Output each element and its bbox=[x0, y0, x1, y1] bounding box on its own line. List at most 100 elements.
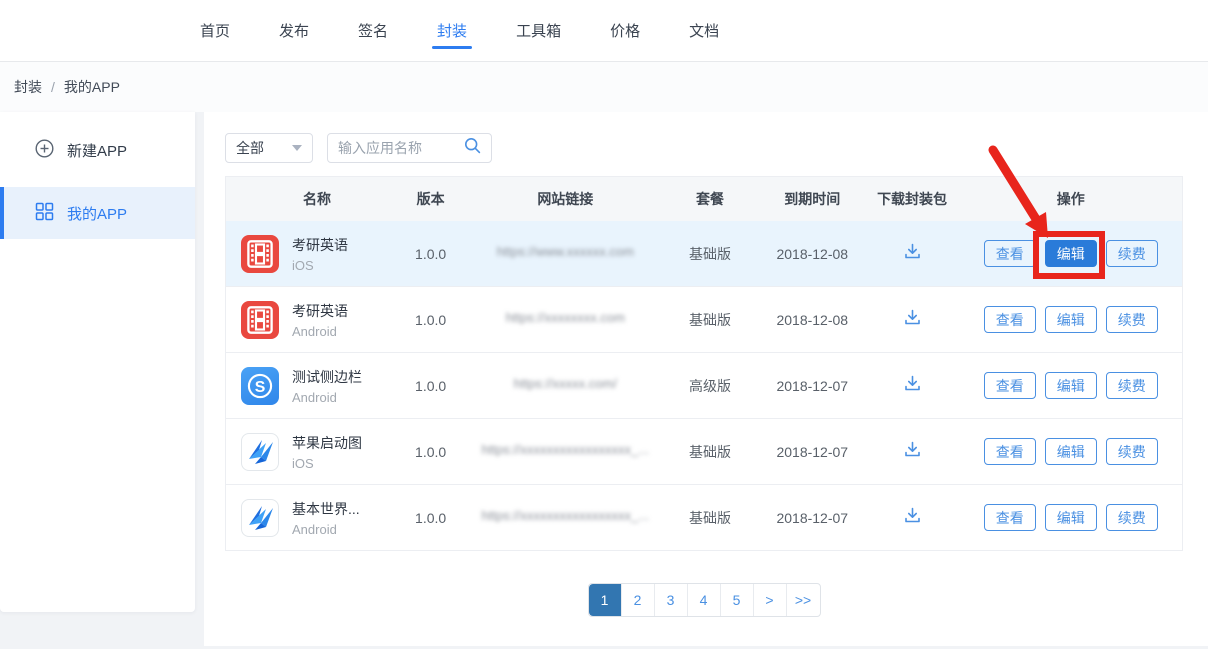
download-icon[interactable] bbox=[903, 440, 922, 459]
download-icon[interactable] bbox=[903, 506, 922, 525]
column-header-label: 操作 bbox=[1057, 191, 1085, 207]
app-url-blurred: https://xxxxxxxx.com bbox=[506, 310, 625, 325]
app-url-cell: https://www.xxxxxx.com bbox=[471, 244, 661, 264]
view-button[interactable]: 查看 bbox=[984, 306, 1036, 333]
table-row: 考研英语iOS1.0.0https://www.xxxxxx.com基础版201… bbox=[226, 221, 1182, 287]
last-page-button[interactable]: >> bbox=[787, 584, 820, 616]
edit-button[interactable]: 编辑 bbox=[1045, 306, 1097, 333]
download-icon[interactable] bbox=[903, 242, 922, 261]
nav-tab-home[interactable]: 首页 bbox=[200, 0, 230, 61]
app-version: 1.0.0 bbox=[391, 246, 471, 262]
table-header-row: 名称版本网站链接套餐到期时间下载封装包操作 bbox=[226, 177, 1182, 221]
column-header-url: 网站链接 bbox=[471, 189, 661, 209]
app-version: 1.0.0 bbox=[391, 444, 471, 460]
nav-tab-toolbox[interactable]: 工具箱 bbox=[516, 0, 561, 61]
edit-button[interactable]: 编辑 bbox=[1045, 240, 1097, 267]
nav-tab-publish[interactable]: 发布 bbox=[279, 0, 309, 61]
actions-cell: 查看编辑续费 bbox=[959, 240, 1182, 267]
top-nav: 首页发布签名 封装 工具箱 价格 文档 bbox=[0, 0, 1208, 62]
svg-text:S: S bbox=[255, 378, 266, 395]
app-name-cell: S 测试侧边栏 Android bbox=[226, 367, 391, 405]
view-button[interactable]: 查看 bbox=[984, 504, 1036, 531]
sidebar-item-my-app[interactable]: 我的APP bbox=[0, 187, 195, 239]
nav-tab-package[interactable]: 封装 bbox=[437, 0, 467, 61]
nav-tab-label: 工具箱 bbox=[516, 20, 561, 41]
app-name: 基本世界... bbox=[292, 499, 360, 519]
app-version: 1.0.0 bbox=[391, 312, 471, 328]
app-name-block: 考研英语iOS bbox=[292, 235, 348, 273]
origami-bird-icon bbox=[241, 433, 279, 471]
app-url-cell: https://xxxxxxxxxxxxxxxxx_... bbox=[471, 442, 661, 462]
column-header-version: 版本 bbox=[391, 189, 471, 209]
actions-cell: 查看编辑续费 bbox=[959, 372, 1182, 399]
action-buttons: 查看编辑续费 bbox=[959, 306, 1182, 333]
download-cell bbox=[865, 242, 960, 266]
edit-button[interactable]: 编辑 bbox=[1045, 372, 1097, 399]
renew-button[interactable]: 续费 bbox=[1106, 504, 1158, 531]
app-plan: 高级版 bbox=[660, 376, 760, 396]
app-name-cell: 考研英语iOS bbox=[226, 235, 391, 273]
nav-tab-label: 文档 bbox=[689, 20, 719, 41]
app-url-blurred: https://xxxxxxxxxxxxxxxxx_... bbox=[482, 508, 650, 523]
app-name: 测试侧边栏 bbox=[292, 367, 362, 387]
app-name-cell: 考研英语Android bbox=[226, 301, 391, 339]
page-button-5[interactable]: 5 bbox=[721, 584, 754, 616]
search-box[interactable] bbox=[327, 133, 492, 163]
renew-button[interactable]: 续费 bbox=[1106, 372, 1158, 399]
caret-down-icon bbox=[292, 145, 302, 151]
app-name-block: 考研英语Android bbox=[292, 301, 348, 339]
plus-circle-icon bbox=[35, 139, 54, 162]
page-button-3[interactable]: 3 bbox=[655, 584, 688, 616]
pagination: 12345>>> bbox=[225, 583, 1183, 617]
download-icon[interactable] bbox=[903, 308, 922, 327]
column-header-label: 到期时间 bbox=[784, 191, 840, 207]
grid-icon bbox=[35, 202, 54, 225]
actions-cell: 查看编辑续费 bbox=[959, 438, 1182, 465]
edit-button[interactable]: 编辑 bbox=[1045, 504, 1097, 531]
film-icon-red bbox=[241, 235, 279, 273]
renew-button[interactable]: 续费 bbox=[1106, 438, 1158, 465]
page-button-4[interactable]: 4 bbox=[688, 584, 721, 616]
breadcrumb-separator: / bbox=[51, 79, 55, 95]
view-button[interactable]: 查看 bbox=[984, 240, 1036, 267]
app-name-block: 测试侧边栏 Android bbox=[292, 367, 362, 405]
app-platform: iOS bbox=[292, 258, 348, 273]
sidebar-item-label: 新建APP bbox=[67, 140, 127, 161]
page-button-2[interactable]: 2 bbox=[622, 584, 655, 616]
action-buttons: 查看编辑续费 bbox=[959, 504, 1182, 531]
nav-tab-label: 封装 bbox=[437, 20, 467, 41]
nav-tab-signature[interactable]: 签名 bbox=[358, 0, 388, 61]
app-platform: Android bbox=[292, 390, 362, 405]
search-input[interactable] bbox=[338, 140, 458, 156]
edit-button[interactable]: 编辑 bbox=[1045, 438, 1097, 465]
filter-dropdown[interactable]: 全部 bbox=[225, 133, 313, 163]
download-cell bbox=[865, 440, 960, 464]
origami-bird-icon bbox=[241, 499, 279, 537]
nav-tab-docs[interactable]: 文档 bbox=[689, 0, 719, 61]
app-version: 1.0.0 bbox=[391, 510, 471, 526]
app-url-cell: https://xxxxx.com/ bbox=[471, 376, 661, 396]
search-icon[interactable] bbox=[464, 137, 481, 159]
nav-tab-label: 价格 bbox=[610, 20, 640, 41]
view-button[interactable]: 查看 bbox=[984, 438, 1036, 465]
sidebar-item-new-app[interactable]: 新建APP bbox=[0, 124, 195, 176]
table-row: S测试侧边栏Android1.0.0https://xxxxx.com/高级版2… bbox=[226, 353, 1182, 419]
table-row: 苹果启动图iOS1.0.0https://xxxxxxxxxxxxxxxxx_.… bbox=[226, 419, 1182, 485]
nav-tab-pricing[interactable]: 价格 bbox=[610, 0, 640, 61]
app-plan: 基础版 bbox=[660, 442, 760, 462]
column-header-name: 名称 bbox=[226, 189, 391, 209]
app-table: 名称版本网站链接套餐到期时间下载封装包操作 考研英语iOS1.0.0https:… bbox=[225, 176, 1183, 551]
app-url-blurred: https://www.xxxxxx.com bbox=[497, 244, 634, 259]
breadcrumb-item[interactable]: 封装 bbox=[14, 77, 42, 97]
next-page-button[interactable]: > bbox=[754, 584, 787, 616]
sidebar-item-label: 我的APP bbox=[67, 203, 127, 224]
view-button[interactable]: 查看 bbox=[984, 372, 1036, 399]
action-buttons: 查看编辑续费 bbox=[959, 372, 1182, 399]
action-buttons: 查看编辑续费 bbox=[959, 438, 1182, 465]
renew-button[interactable]: 续费 bbox=[1106, 240, 1158, 267]
renew-button[interactable]: 续费 bbox=[1106, 306, 1158, 333]
download-icon[interactable] bbox=[903, 374, 922, 393]
column-header-actions: 操作 bbox=[959, 189, 1182, 209]
app-version: 1.0.0 bbox=[391, 378, 471, 394]
page-button-1[interactable]: 1 bbox=[589, 584, 622, 616]
